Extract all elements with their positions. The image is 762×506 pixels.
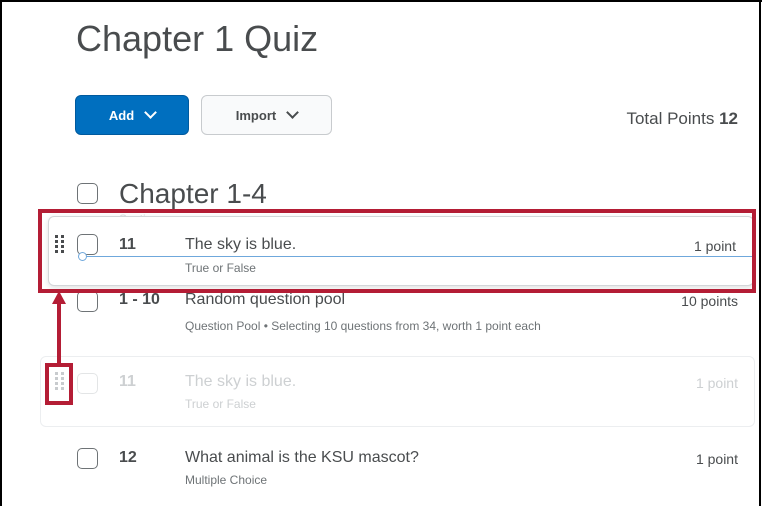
question-points: 1 point — [695, 375, 738, 391]
drag-placeholder-card — [40, 356, 755, 427]
question-checkbox[interactable] — [77, 291, 98, 312]
import-button-label: Import — [235, 107, 277, 123]
question-points: 10 points — [681, 293, 738, 309]
add-button[interactable]: Add — [75, 95, 189, 135]
annotation-arrow-shaft — [57, 303, 61, 365]
question-number: 12 — [119, 449, 137, 466]
chevron-down-icon — [144, 106, 158, 119]
page-title: Chapter 1 Quiz — [76, 18, 319, 59]
add-button-label: Add — [108, 107, 135, 123]
question-number: 1 - 10 — [119, 291, 160, 308]
total-points: Total Points 12 — [626, 109, 738, 129]
question-type: Question Pool • Selecting 10 questions f… — [185, 319, 541, 333]
section-title: Chapter 1-4 — [119, 178, 267, 209]
question-checkbox[interactable] — [77, 373, 98, 394]
annotation-highlight-box — [38, 209, 756, 293]
question-title[interactable]: What animal is the KSU mascot? — [185, 449, 419, 467]
annotation-arrow-head-icon — [52, 291, 66, 304]
question-checkbox[interactable] — [77, 448, 98, 469]
total-points-value: 12 — [719, 109, 738, 128]
question-points: 1 point — [695, 451, 738, 467]
chevron-down-icon — [286, 106, 300, 119]
section-checkbox[interactable] — [77, 183, 98, 204]
total-points-label: Total Points — [626, 109, 715, 128]
question-title[interactable]: Random question pool — [185, 291, 345, 309]
frame-top — [0, 0, 762, 2]
question-number: 11 — [119, 373, 136, 390]
annotation-handle-box — [45, 363, 73, 405]
question-type: True or False — [185, 397, 256, 411]
question-type: Multiple Choice — [185, 473, 268, 487]
frame-left — [0, 0, 2, 506]
frame-right — [759, 0, 761, 506]
import-button[interactable]: Import — [201, 95, 332, 135]
question-title[interactable]: The sky is blue. — [185, 373, 296, 391]
